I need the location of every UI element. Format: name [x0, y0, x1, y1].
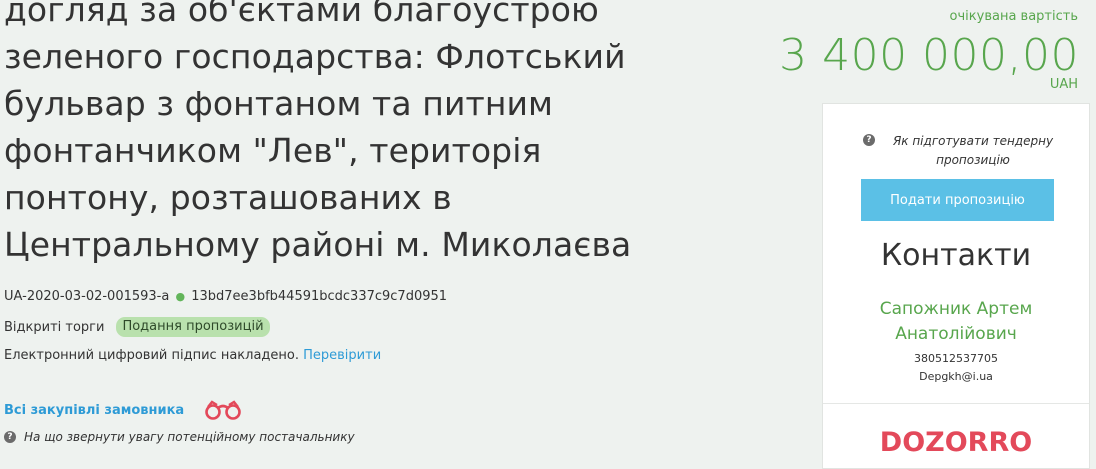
buyer-row: Всі закупівлі замовника	[4, 399, 244, 421]
tender-page: догляд за об'єктами благоустрою зеленого…	[0, 0, 1096, 469]
howto-proposal-text: Як підготувати тендерну пропозицію	[892, 134, 1054, 167]
all-buyer-tenders-link[interactable]: Всі закупівлі замовника	[4, 403, 184, 418]
tender-title: догляд за об'єктами благоустрою зеленого…	[4, 0, 632, 264]
status-dot-icon: ●	[175, 290, 186, 303]
signature-text: Електронний цифровий підпис накладено.	[4, 348, 299, 363]
tender-info: догляд за об'єктами благоустрою зеленого…	[4, 0, 794, 268]
attention-text: На що звернути увагу потенційному постач…	[24, 430, 355, 444]
submit-proposal-button[interactable]: Подати пропозицію	[861, 179, 1054, 221]
howto-proposal-link[interactable]: ? Як підготувати тендерну пропозицію	[863, 132, 1063, 170]
question-circle-icon: ?	[4, 431, 16, 443]
tender-id: UA-2020-03-02-001593-a	[4, 289, 170, 304]
procedure-row: Відкриті торги Подання пропозицій	[4, 317, 270, 337]
supplier-attention-link[interactable]: ? На що звернути увагу потенційному пост…	[4, 430, 355, 444]
signature-row: Електронний цифровий підпис накладено. П…	[4, 348, 381, 363]
action-panel: ? Як підготувати тендерну пропозицію Под…	[822, 103, 1090, 469]
contact-email: Depgkh@i.ua	[919, 370, 993, 383]
procedure-type: Відкриті торги	[4, 319, 105, 335]
tender-identifiers: UA-2020-03-02-001593-a ● 13bd7ee3bfb4459…	[4, 289, 447, 304]
verify-signature-link[interactable]: Перевірити	[303, 348, 381, 363]
dozorro-logo-text: DOZORRO	[880, 427, 1032, 456]
question-circle-icon: ?	[863, 134, 875, 146]
panel-divider	[823, 403, 1089, 404]
contacts-heading: Контакти	[880, 238, 1032, 273]
binoculars-icon[interactable]	[202, 399, 244, 421]
contact-phone: 380512537705	[914, 352, 998, 365]
contact-name: Сапожник Артем Анатолійович	[879, 299, 1033, 344]
dozorro-logo[interactable]: DOZORRO	[823, 426, 1089, 460]
dozorro-logo-mark: DOZORRO	[880, 427, 1032, 456]
currency-label: UAH	[1049, 77, 1078, 92]
status-badge: Подання пропозицій	[116, 317, 270, 337]
expected-value-label: очікувана вартість	[949, 9, 1078, 24]
tender-hash: 13bd7ee3bfb44591bcdc337c9c7d0951	[191, 289, 448, 304]
expected-value-amount: 3 400 000,00	[779, 30, 1079, 81]
